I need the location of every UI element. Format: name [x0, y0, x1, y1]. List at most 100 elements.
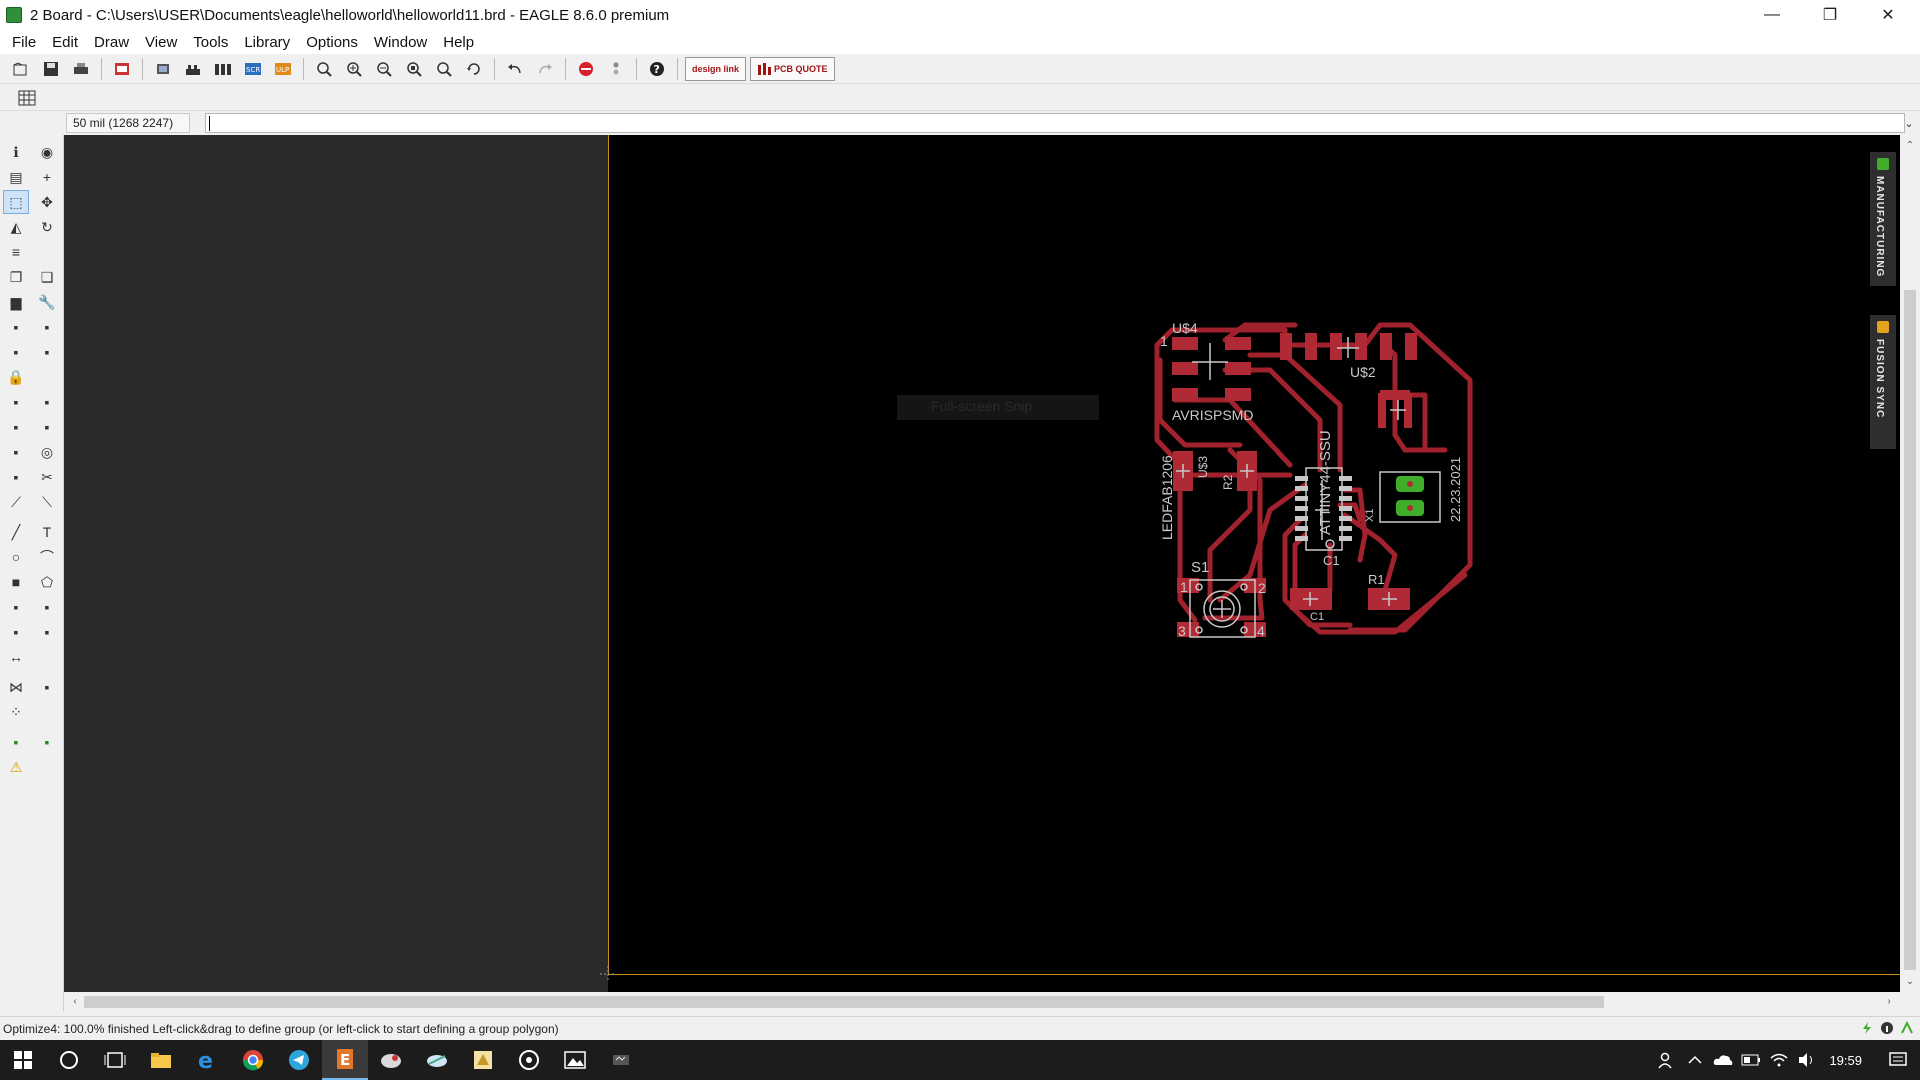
save-icon[interactable]	[38, 57, 64, 81]
drc-icon[interactable]: ▪	[34, 730, 60, 754]
rectangle-icon[interactable]: ■	[3, 570, 29, 594]
zoom-in-icon[interactable]	[341, 57, 367, 81]
design-link-button[interactable]: design link	[685, 56, 747, 81]
delete-icon[interactable]: ▆	[3, 290, 29, 314]
close-button[interactable]: ✕	[1859, 0, 1917, 30]
library-icon[interactable]	[210, 57, 236, 81]
menu-tools[interactable]: Tools	[185, 34, 236, 51]
volume-icon[interactable]	[1793, 1040, 1821, 1080]
replace-icon[interactable]: ▪	[34, 315, 60, 339]
undo-icon[interactable]	[502, 57, 528, 81]
optimize-icon[interactable]: ▪	[3, 440, 29, 464]
minimize-button[interactable]: —	[1743, 0, 1801, 30]
zoom-select-icon[interactable]	[401, 57, 427, 81]
menu-library[interactable]: Library	[236, 34, 298, 51]
circle-icon[interactable]: ○	[3, 545, 29, 569]
script-icon[interactable]: SCR	[240, 57, 266, 81]
redraw-icon[interactable]	[461, 57, 487, 81]
grid-icon[interactable]	[14, 86, 40, 110]
erc-icon[interactable]: ▪	[3, 730, 29, 754]
help-icon[interactable]: ?	[644, 57, 670, 81]
notification-icon[interactable]	[1876, 1040, 1920, 1080]
manufacturing-tab[interactable]: MANUFACTURING	[1870, 152, 1896, 286]
edge-icon[interactable]: e	[184, 1040, 230, 1080]
menu-edit[interactable]: Edit	[44, 34, 86, 51]
open-icon[interactable]	[8, 57, 34, 81]
copy-icon[interactable]: ❐	[3, 265, 29, 289]
scroll-left-icon[interactable]: ‹	[66, 992, 84, 1011]
move-icon[interactable]: ✥	[34, 190, 60, 214]
smash-icon[interactable]: ▪	[3, 390, 29, 414]
rotate-icon[interactable]: ↻	[34, 215, 60, 239]
group-icon[interactable]: ⁘	[3, 700, 29, 724]
cam-processor-icon[interactable]	[109, 57, 135, 81]
route-icon[interactable]: ⟋	[3, 490, 29, 514]
menu-file[interactable]: File	[4, 34, 44, 51]
line-icon[interactable]: ╱	[3, 520, 29, 544]
warning-icon[interactable]: ⚠	[3, 755, 29, 779]
split-icon[interactable]: ▪	[3, 415, 29, 439]
ulp-icon[interactable]: ULP	[270, 57, 296, 81]
zoom-last-icon[interactable]	[431, 57, 457, 81]
via-icon[interactable]: ◎	[34, 440, 60, 464]
fanout-icon[interactable]: ▪	[34, 675, 60, 699]
eagle-taskbar-icon[interactable]: E	[322, 1040, 368, 1080]
select-icon[interactable]: ⬚	[3, 190, 29, 214]
chrome-icon[interactable]	[230, 1040, 276, 1080]
photos-icon[interactable]	[552, 1040, 598, 1080]
maximize-button[interactable]: ❐	[1801, 0, 1859, 30]
print-icon[interactable]	[68, 57, 94, 81]
scroll-up-icon[interactable]: ⌃	[1900, 137, 1920, 153]
add-part-icon[interactable]: ▪	[3, 315, 29, 339]
wrench-icon[interactable]: 🔧	[34, 290, 60, 314]
command-line-input[interactable]	[205, 113, 1905, 133]
menu-draw[interactable]: Draw	[86, 34, 137, 51]
mark-icon[interactable]: +	[34, 165, 60, 189]
autoroute-icon[interactable]: ⟍	[34, 490, 60, 514]
go-icon[interactable]	[603, 57, 629, 81]
horizontal-scrollbar[interactable]: ‹ ›	[64, 992, 1900, 1011]
vertical-scrollbar[interactable]: ⌃ ⌄	[1900, 135, 1920, 992]
route-icon[interactable]	[1900, 1021, 1914, 1035]
net-icon[interactable]: ⋈	[3, 675, 29, 699]
show-icon[interactable]: ◉	[34, 140, 60, 164]
text-icon[interactable]: T	[34, 520, 60, 544]
people-icon[interactable]	[1653, 1040, 1681, 1080]
rip-up-icon[interactable]: ✂	[34, 465, 60, 489]
info-icon[interactable]: ℹ	[3, 140, 29, 164]
attribute-icon[interactable]: ▪	[34, 620, 60, 644]
change-icon[interactable]: ▪	[34, 340, 60, 364]
zoom-fit-icon[interactable]	[311, 57, 337, 81]
scroll-down-icon[interactable]: ⌄	[1900, 973, 1920, 989]
signal-icon[interactable]: ▪	[34, 595, 60, 619]
telegram-icon[interactable]	[276, 1040, 322, 1080]
board-canvas[interactable]	[608, 135, 1900, 975]
value-icon[interactable]: ▪	[34, 390, 60, 414]
menu-options[interactable]: Options	[298, 34, 366, 51]
board-icon[interactable]	[180, 57, 206, 81]
scroll-right-icon[interactable]: ›	[1880, 992, 1898, 1011]
chevron-down-icon[interactable]: ⌄	[1900, 113, 1918, 133]
lightning-icon[interactable]	[1860, 1021, 1874, 1035]
hole-icon[interactable]: ▪	[3, 620, 29, 644]
schematic-icon[interactable]	[150, 57, 176, 81]
align-icon[interactable]: ≡	[3, 240, 29, 264]
polygon-icon[interactable]: ⬠	[34, 570, 60, 594]
task-view-icon[interactable]	[92, 1040, 138, 1080]
app-icon-5[interactable]	[598, 1040, 644, 1080]
onedrive-icon[interactable]	[1709, 1040, 1737, 1080]
start-icon[interactable]	[0, 1040, 46, 1080]
app-icon-1[interactable]	[368, 1040, 414, 1080]
clock[interactable]: 19:59	[1821, 1053, 1876, 1068]
zoom-out-icon[interactable]	[371, 57, 397, 81]
file-explorer-icon[interactable]	[138, 1040, 184, 1080]
mirror-icon[interactable]: ◭	[3, 215, 29, 239]
info-icon[interactable]	[1880, 1021, 1894, 1035]
swap-icon[interactable]: ▪	[3, 340, 29, 364]
dimension-icon[interactable]: ↔	[3, 645, 29, 669]
ratsnest-icon[interactable]: ▪	[3, 595, 29, 619]
battery-icon[interactable]	[1737, 1040, 1765, 1080]
miter-icon[interactable]: ▪	[34, 415, 60, 439]
wifi-icon[interactable]	[1765, 1040, 1793, 1080]
search-icon[interactable]	[46, 1040, 92, 1080]
